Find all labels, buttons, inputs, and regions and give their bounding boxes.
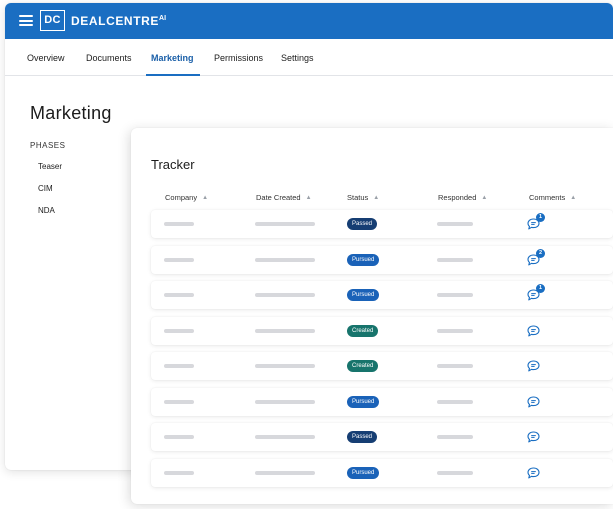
stage: DC DEALCENTREAI Overview Documents Marke…	[0, 0, 613, 509]
column-header-date-created[interactable]: Date Created ▲︎	[256, 193, 312, 202]
sort-icon: ▲︎	[202, 195, 209, 201]
date-placeholder	[255, 364, 315, 368]
sort-icon: ▲︎	[373, 195, 380, 201]
sort-icon: ▲︎	[305, 195, 312, 201]
status-badge: Passed	[347, 218, 378, 230]
table-row[interactable]: Pursued	[151, 387, 613, 416]
logo-name: DEALCENTREAI	[71, 14, 166, 28]
logo-suffix: AI	[159, 15, 167, 22]
table-row[interactable]: Created	[151, 352, 613, 380]
comment-icon[interactable]	[527, 395, 540, 408]
company-placeholder	[164, 364, 194, 368]
responded-placeholder	[437, 257, 473, 262]
table-row[interactable]: Pursued 1	[151, 281, 613, 309]
company-placeholder	[164, 257, 194, 262]
comment-icon[interactable]	[527, 466, 540, 479]
phase-item-nda[interactable]: NDA	[38, 206, 55, 215]
responded-placeholder	[437, 293, 473, 297]
date-placeholder	[255, 399, 315, 404]
tab-documents[interactable]: Documents	[86, 53, 132, 63]
company-placeholder	[164, 222, 194, 226]
sort-icon: ▲︎	[481, 195, 488, 201]
date-placeholder	[255, 293, 315, 297]
hamburger-menu-icon[interactable]	[19, 15, 33, 26]
date-placeholder	[255, 328, 315, 333]
column-header-label: Company	[165, 193, 198, 202]
responded-placeholder	[437, 364, 473, 368]
status-badge: Pursued	[347, 253, 380, 266]
logo-mark: DC	[40, 10, 65, 31]
logo-name-text: DEALCENTRE	[71, 14, 160, 28]
responded-placeholder	[437, 470, 473, 475]
comment-icon[interactable]	[527, 324, 540, 337]
active-tab-indicator	[146, 74, 200, 76]
responded-placeholder	[437, 399, 473, 404]
responded-placeholder	[437, 328, 473, 333]
table-row[interactable]: Passed 1	[151, 210, 613, 238]
company-placeholder	[164, 470, 194, 475]
company-placeholder	[164, 293, 194, 297]
comment-count-badge: 1	[536, 213, 545, 222]
table-row[interactable]: Passed	[151, 423, 613, 451]
status-badge: Created	[347, 360, 379, 372]
status-badge: Pursued	[347, 395, 380, 408]
company-placeholder	[164, 399, 194, 404]
column-header-label: Status	[347, 193, 369, 202]
comment-icon[interactable]	[527, 431, 540, 443]
column-header-comments[interactable]: Comments ▲︎	[529, 193, 576, 202]
status-badge: Passed	[347, 431, 378, 443]
tracker-card: Tracker Company ▲︎ Date Created ▲︎ Status ▲…	[131, 128, 613, 504]
column-header-status[interactable]: Status ▲︎	[347, 193, 379, 202]
table-row[interactable]: Created	[151, 316, 613, 345]
tab-marketing[interactable]: Marketing	[151, 53, 194, 63]
column-header-company[interactable]: Company ▲︎	[165, 193, 208, 202]
tab-overview[interactable]: Overview	[27, 53, 65, 63]
date-placeholder	[255, 470, 315, 475]
phase-item-cim[interactable]: CIM	[38, 184, 53, 193]
responded-placeholder	[437, 435, 473, 439]
tracker-title: Tracker	[151, 157, 195, 172]
column-header-responded[interactable]: Responded ▲︎	[438, 193, 487, 202]
date-placeholder	[255, 435, 315, 439]
tab-settings[interactable]: Settings	[281, 53, 314, 63]
sort-icon: ▲︎	[570, 195, 577, 201]
table-row[interactable]: Pursued	[151, 458, 613, 487]
top-bar: DC DEALCENTREAI	[5, 3, 613, 39]
column-header-label: Comments	[529, 193, 566, 202]
status-badge: Pursued	[347, 289, 380, 301]
status-badge: Pursued	[347, 466, 380, 479]
comment-count-badge: 1	[536, 284, 545, 293]
comment-icon[interactable]	[527, 360, 540, 372]
status-badge: Created	[347, 324, 379, 337]
company-placeholder	[164, 328, 194, 333]
nav-tabs: Overview Documents Marketing Permissions…	[5, 39, 613, 76]
page-title: Marketing	[30, 103, 112, 123]
phase-item-teaser[interactable]: Teaser	[38, 162, 62, 171]
table-row[interactable]: Pursued 2	[151, 245, 613, 274]
company-placeholder	[164, 435, 194, 439]
tab-permissions[interactable]: Permissions	[214, 53, 263, 63]
date-placeholder	[255, 257, 315, 262]
comment-count-badge: 2	[536, 248, 545, 258]
column-header-label: Responded	[438, 193, 477, 202]
responded-placeholder	[437, 222, 473, 226]
phases-heading: PHASES	[30, 141, 66, 150]
column-header-label: Date Created	[256, 193, 301, 202]
date-placeholder	[255, 222, 315, 226]
